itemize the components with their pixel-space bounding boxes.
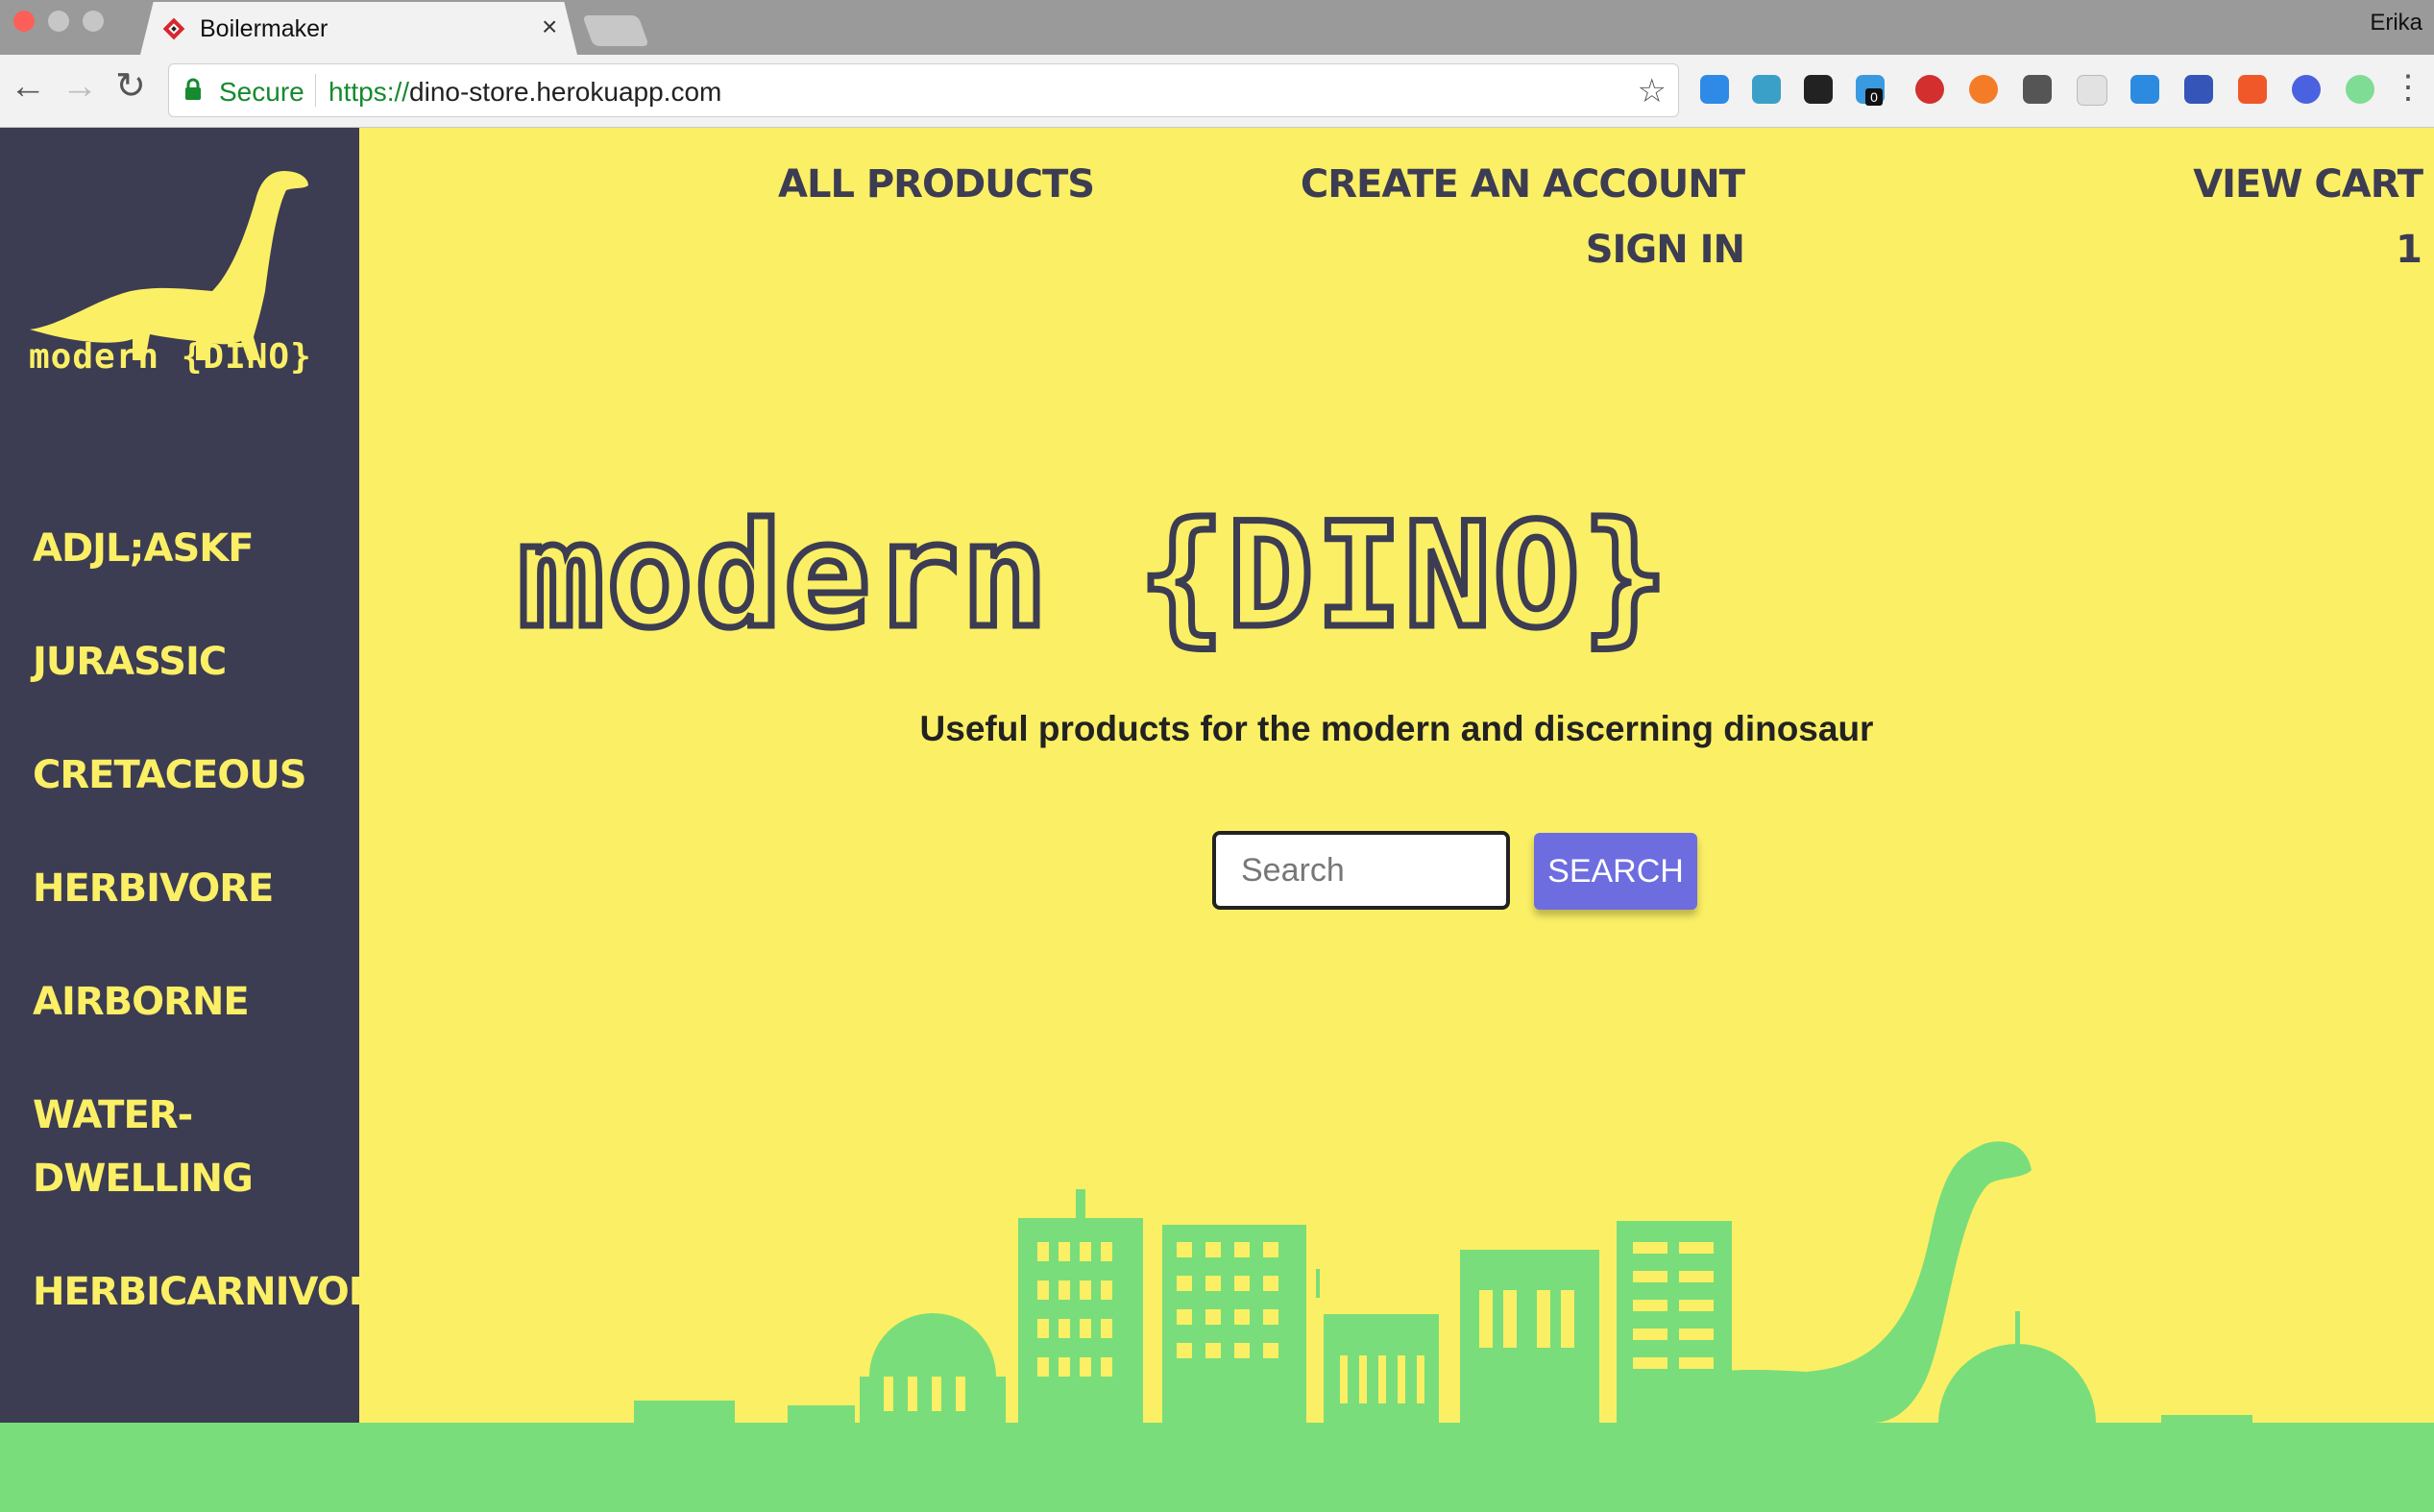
back-icon[interactable]: ←: [10, 68, 46, 105]
browser-toolbar: ← → ↻ Secure https://dino-store.herokuap…: [0, 55, 2434, 128]
extension-react-icon[interactable]: [1804, 75, 1833, 104]
category-item[interactable]: HERBICARNIVORE: [33, 1260, 403, 1324]
extension-badge: 0: [1865, 88, 1883, 106]
hero-title-text: modern {DINO}: [515, 490, 1672, 664]
secure-label: Secure: [219, 77, 304, 107]
lock-icon: [185, 78, 201, 100]
profile-name[interactable]: Erika: [2370, 10, 2422, 37]
window-minimize-button[interactable]: [48, 11, 69, 32]
reload-icon[interactable]: ↻: [115, 68, 146, 105]
page-content: modern {DINO} ADJL;ASKF JURASSIC CRETACE…: [0, 128, 2434, 1512]
extension-ghost-icon[interactable]: 0: [1856, 75, 1885, 106]
extension-block-icon[interactable]: [1915, 75, 1944, 104]
close-icon[interactable]: ×: [542, 12, 557, 42]
url-scheme: https://: [329, 77, 410, 107]
cart-count[interactable]: 1: [2396, 228, 2422, 272]
extension-pocket-icon[interactable]: [1752, 75, 1781, 104]
sidebar-logo-text[interactable]: modern {DINO}: [29, 337, 312, 377]
tagline: Useful products for the modern and disce…: [919, 709, 1874, 748]
nav-view-cart[interactable]: VIEW CART: [2193, 162, 2423, 207]
extension-blank-icon[interactable]: [2077, 75, 2107, 106]
new-tab-button[interactable]: [582, 15, 649, 46]
sidebar: modern {DINO} ADJL;ASKF JURASSIC CRETACE…: [0, 128, 403, 1423]
window-close-button[interactable]: [13, 11, 35, 32]
address-bar[interactable]: Secure https://dino-store.herokuapp.com …: [168, 63, 1679, 117]
extension-v-icon[interactable]: [2292, 75, 2321, 104]
category-item[interactable]: AIRBORNE: [33, 970, 359, 1034]
nav-sign-in[interactable]: SIGN IN: [1586, 228, 1745, 272]
tab-title: Boilermaker: [200, 15, 329, 42]
nav-all-products[interactable]: ALL PRODUCTS: [778, 162, 1095, 207]
category-item[interactable]: HERBIVORE: [33, 857, 359, 920]
extension-monitor-icon[interactable]: [2130, 75, 2159, 104]
search-input[interactable]: [1212, 831, 1510, 910]
category-item[interactable]: CRETACEOUS: [33, 744, 359, 807]
extension-zoom-icon[interactable]: [1700, 75, 1729, 104]
extension-va-icon[interactable]: [2238, 75, 2267, 104]
url-host: dino-store.herokuapp.com: [409, 77, 722, 107]
nav-create-account[interactable]: CREATE AN ACCOUNT: [1301, 162, 1745, 207]
extension-lifering-icon[interactable]: [1969, 75, 1998, 104]
extension-ruler-icon[interactable]: [2184, 75, 2213, 104]
favicon-icon: [162, 17, 185, 40]
hero-title: modern {DINO}: [57, 490, 2131, 664]
star-icon[interactable]: ☆: [1638, 72, 1667, 110]
forward-icon[interactable]: →: [61, 68, 98, 105]
omnibox-divider: [315, 74, 316, 107]
browser-tab-active[interactable]: Boilermaker ×: [140, 2, 577, 55]
extension-circle-icon[interactable]: [2346, 75, 2374, 104]
search-button[interactable]: SEARCH: [1534, 833, 1697, 910]
menu-icon[interactable]: ⋮: [2392, 68, 2424, 107]
extension-bulb-icon[interactable]: [2023, 75, 2052, 104]
url-text[interactable]: https://dino-store.herokuapp.com: [329, 77, 721, 108]
window-zoom-button[interactable]: [83, 11, 104, 32]
browser-titlebar: Boilermaker × Erika: [0, 0, 2434, 55]
category-item[interactable]: WATER-DWELLING: [33, 1084, 254, 1210]
